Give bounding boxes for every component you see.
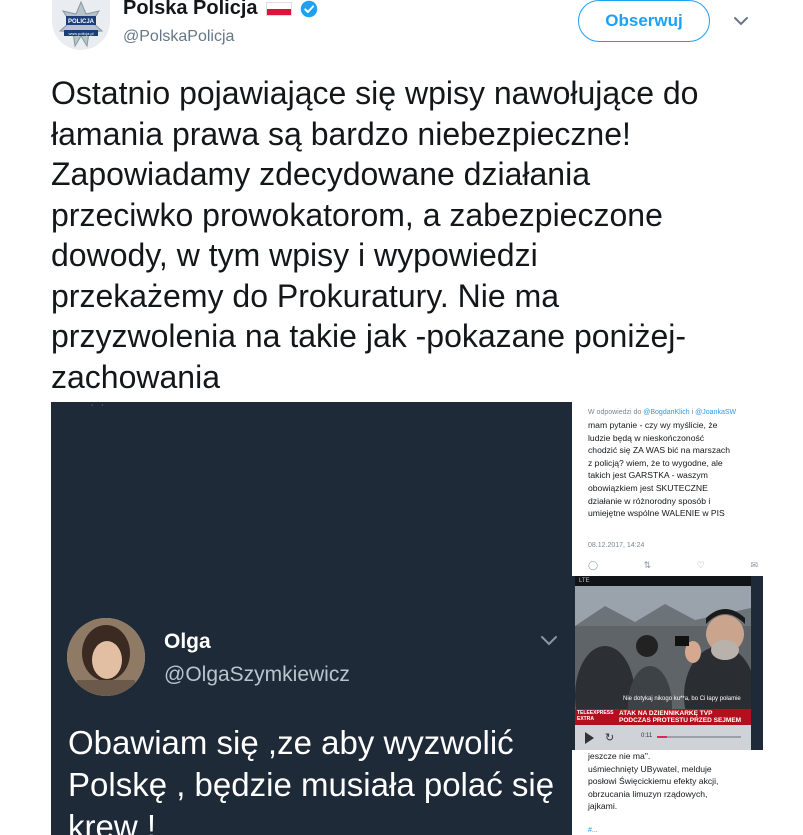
olga-portrait-icon bbox=[67, 618, 145, 696]
news-banner-title: ATAK NA DZIENNIKARKĘ TVP PODCZAS PROTEST… bbox=[619, 710, 742, 724]
account-name-row: Polska Policja bbox=[123, 0, 318, 20]
screenshot-reply-tweet[interactable]: W odpowiedzi do @BogdanKlich i @JoankaSW… bbox=[572, 402, 763, 576]
news-banner: TELEEXPRESS EXTRA ATAK NA DZIENNIKARKĘ T… bbox=[575, 709, 751, 725]
video-controls: ↻ 0:11 bbox=[575, 725, 751, 750]
mention-link[interactable]: @JoankaSW bbox=[695, 409, 736, 416]
tweet-text: Ostatnio pojawiające się wpisy nawołując… bbox=[51, 75, 699, 395]
reply-context: W odpowiedzi do @BogdanKlich i @JoankaSW bbox=[588, 409, 736, 416]
account-handle[interactable]: @PolskaPolicja bbox=[123, 28, 234, 46]
mention-link[interactable]: @BogdanKlich bbox=[643, 409, 689, 416]
like-icon[interactable]: ♡ bbox=[697, 560, 705, 571]
retweet-icon[interactable]: ⇅ bbox=[644, 560, 652, 571]
reply-icon[interactable]: ◯ bbox=[588, 560, 598, 571]
tweet-actions: ◯ ⇅ ♡ ✉ bbox=[588, 560, 758, 571]
message-icon[interactable]: ✉ bbox=[750, 560, 758, 571]
video-progress-fill bbox=[657, 736, 668, 738]
poland-flag-icon bbox=[265, 1, 292, 16]
reply-prefix: W odpowiedzi do bbox=[588, 409, 642, 416]
top-marks: ˙ ˙ bbox=[91, 404, 107, 415]
badge-text: POLICJA bbox=[68, 19, 95, 25]
screenshot-bottom-tweet[interactable]: jeszcze nie ma". uśmiechnięty UBywatel, … bbox=[572, 750, 763, 835]
teleexpress-logo: TELEEXPRESS EXTRA bbox=[577, 710, 614, 722]
olga-tweet-text: Obawiam się ,ze aby wyzwolić Polskę , bę… bbox=[68, 724, 555, 835]
badge-url: www.policja.pl bbox=[68, 31, 93, 36]
tweet-header: POLICJA www.policja.pl Polska Policja @P… bbox=[0, 0, 803, 64]
video-progress-bar[interactable] bbox=[657, 736, 741, 738]
account-name[interactable]: Polska Policja bbox=[123, 0, 258, 20]
chevron-down-icon[interactable] bbox=[540, 634, 558, 648]
olga-name[interactable]: Olga bbox=[164, 630, 211, 654]
screenshot-olga-tweet[interactable]: ˙ ˙ Olga @OlgaSzymkiewicz Obawiam się ,z… bbox=[51, 402, 572, 835]
reply-tweet-date: 08.12.2017, 14:24 bbox=[588, 542, 645, 549]
chevron-down-icon[interactable] bbox=[732, 12, 750, 30]
olga-avatar[interactable] bbox=[67, 618, 145, 696]
screenshot-video[interactable]: LTE Nie dotykaj nikogo ku**a, bo Ci łapy… bbox=[575, 576, 751, 750]
verified-badge-icon bbox=[300, 0, 317, 17]
tweet-media-collage[interactable]: ˙ ˙ Olga @OlgaSzymkiewicz Obawiam się ,z… bbox=[51, 402, 763, 835]
video-time: 0:11 bbox=[641, 733, 653, 739]
replay-icon[interactable]: ↻ bbox=[605, 731, 614, 744]
reply-and: i bbox=[691, 409, 694, 416]
follow-button[interactable]: Obserwuj bbox=[578, 0, 710, 42]
hashtag-link[interactable]: #... bbox=[588, 827, 598, 834]
phone-status-bar: LTE bbox=[575, 576, 751, 586]
bottom-tweet-text: jeszcze nie ma". uśmiechnięty UBywatel, … bbox=[588, 751, 719, 812]
olga-handle[interactable]: @OlgaSzymkiewicz bbox=[164, 663, 350, 687]
play-icon[interactable] bbox=[585, 732, 594, 744]
video-caption: Nie dotykaj nikogo ku**a, bo Ci łapy poł… bbox=[623, 696, 741, 702]
police-star-icon: POLICJA www.policja.pl bbox=[58, 0, 104, 48]
reply-tweet-text: mam pytanie - czy wy myślicie, że ludzie… bbox=[588, 420, 731, 519]
police-badge-avatar[interactable]: POLICJA www.policja.pl bbox=[52, 0, 110, 50]
